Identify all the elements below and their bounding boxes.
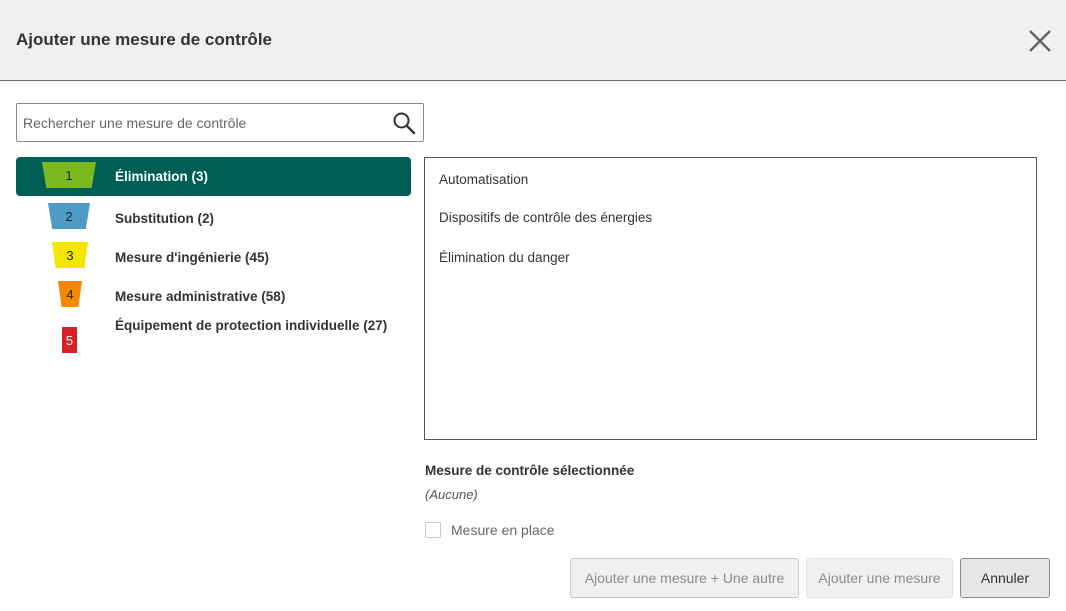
- dialog-header: Ajouter une mesure de contrôle: [0, 0, 1066, 81]
- level-4-badge: 4: [58, 281, 82, 307]
- category-label: Substitution (2): [115, 211, 214, 226]
- close-icon[interactable]: [1024, 25, 1056, 57]
- search-box: [16, 103, 424, 142]
- category-label: Mesure d'ingénierie (45): [115, 250, 270, 265]
- measure-item[interactable]: Élimination du danger: [439, 250, 570, 265]
- measure-item[interactable]: Automatisation: [439, 172, 528, 187]
- search-input[interactable]: [17, 104, 387, 141]
- level-3-badge: 3: [52, 242, 88, 268]
- in-place-label: Mesure en place: [451, 522, 555, 538]
- category-label: Équipement de protection individuelle (2…: [115, 318, 388, 333]
- level-2-badge: 2: [48, 203, 90, 229]
- category-label: Élimination (3): [115, 169, 209, 184]
- measure-list: Automatisation Dispositifs de contrôle d…: [424, 157, 1037, 440]
- add-another-button[interactable]: Ajouter une mesure + Une autre: [570, 558, 799, 598]
- category-item-ppe[interactable]: 5 Équipement de protection individuelle …: [16, 313, 411, 369]
- cancel-button[interactable]: Annuler: [960, 558, 1050, 598]
- close-button[interactable]: [1024, 25, 1056, 57]
- measure-item[interactable]: Dispositifs de contrôle des énergies: [439, 210, 652, 225]
- category-list: 1 Élimination (3) 2 Substitution (2) 3 M…: [16, 157, 411, 369]
- dialog-title: Ajouter une mesure de contrôle: [16, 30, 272, 49]
- in-place-checkbox[interactable]: [425, 522, 441, 538]
- level-5-badge: 5: [62, 327, 77, 353]
- category-label: Mesure administrative (58): [115, 289, 286, 304]
- selected-measure-title: Mesure de contrôle sélectionnée: [425, 463, 635, 478]
- category-item-engineering[interactable]: 3 Mesure d'ingénierie (45): [16, 235, 411, 274]
- selected-measure-value: (Aucune): [425, 487, 478, 502]
- category-item-elimination[interactable]: 1 Élimination (3): [16, 157, 411, 196]
- level-1-badge: 1: [42, 162, 96, 188]
- search-icon[interactable]: [392, 111, 416, 135]
- add-button[interactable]: Ajouter une mesure: [806, 558, 953, 598]
- category-item-substitution[interactable]: 2 Substitution (2): [16, 196, 411, 235]
- category-item-administrative[interactable]: 4 Mesure administrative (58): [16, 274, 411, 313]
